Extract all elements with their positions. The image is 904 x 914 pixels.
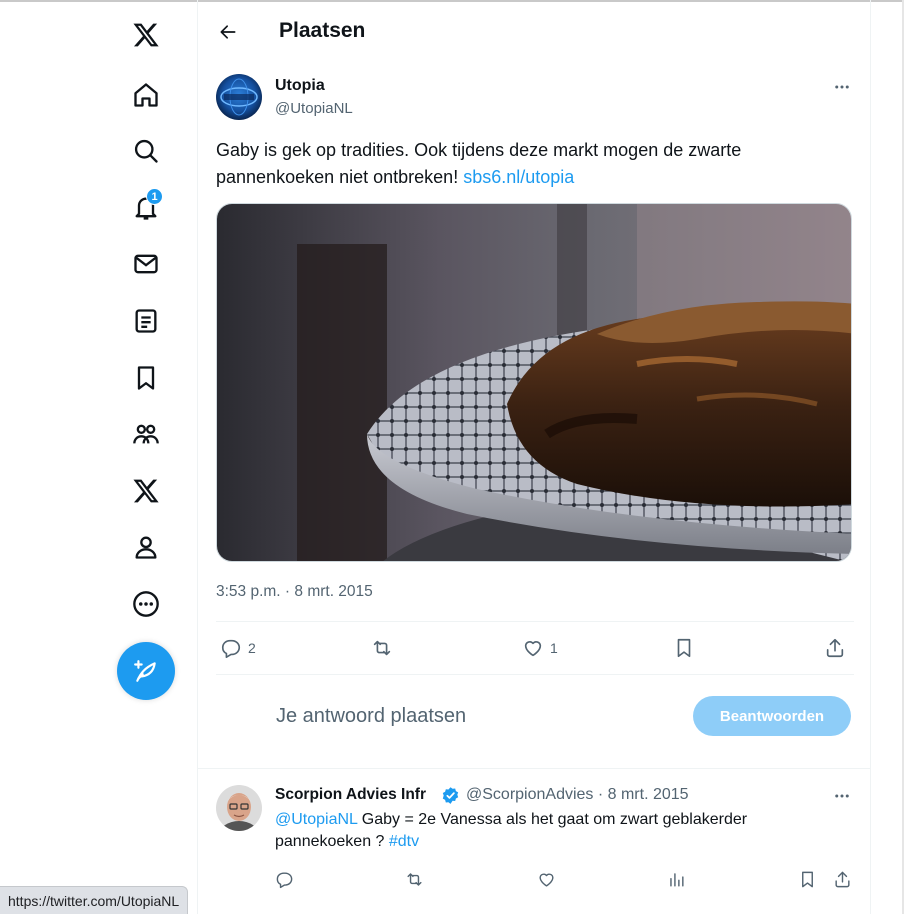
x-logo-icon[interactable]	[118, 7, 174, 63]
nav-more[interactable]	[118, 576, 174, 632]
nav-home[interactable]	[118, 67, 174, 123]
arrow-left-icon	[220, 25, 236, 39]
nav-lists[interactable]	[118, 293, 174, 349]
page-title: Plaatsen	[279, 19, 366, 42]
tweet-link[interactable]: sbs6.nl/utopia	[463, 167, 574, 187]
reply-input[interactable]	[276, 700, 656, 732]
tweet-media-image[interactable]	[216, 203, 852, 562]
reply-text: @UtopiaNL Gaby = 2e Vanessa als het gaat…	[275, 809, 835, 853]
mail-icon	[134, 254, 158, 274]
more-circle-icon	[133, 591, 159, 617]
repost-icon	[407, 872, 422, 886]
bookmark-icon	[677, 638, 691, 658]
like-action[interactable]: 1	[522, 634, 558, 662]
author-name[interactable]: Utopia	[275, 77, 325, 95]
heart-icon	[539, 873, 554, 887]
repost-action[interactable]	[371, 634, 393, 662]
list-icon	[135, 309, 157, 333]
bookmark-icon	[137, 366, 155, 390]
notification-badge: 1	[146, 188, 163, 205]
reply-bookmark-action[interactable]	[798, 868, 817, 890]
nav-communities[interactable]	[118, 406, 174, 462]
browser-status-bar: https://twitter.com/UtopiaNL	[0, 886, 189, 914]
profile-icon	[135, 536, 157, 559]
repost-icon	[373, 640, 391, 656]
section-divider	[198, 768, 871, 769]
reply-like-action[interactable]	[537, 868, 556, 890]
reply-hashtag-link[interactable]: #dtv	[389, 833, 419, 850]
analytics-icon	[670, 872, 684, 887]
author-handle[interactable]: @UtopiaNL	[275, 100, 353, 117]
reply-repost-action[interactable]	[405, 868, 424, 890]
feather-plus-icon	[134, 660, 156, 682]
nav-premium[interactable]	[118, 463, 174, 519]
communities-icon	[133, 424, 159, 444]
bookmark-icon	[802, 871, 813, 887]
nav-messages[interactable]	[118, 236, 174, 292]
reply-icon	[276, 871, 293, 888]
reply-icon	[221, 639, 241, 658]
page-header: Plaatsen	[198, 0, 871, 64]
nav-bookmarks[interactable]	[118, 350, 174, 406]
nav-notifications[interactable]: 1	[118, 180, 174, 236]
reply-submit-button[interactable]: Beantwoorden	[693, 696, 851, 736]
divider	[216, 621, 854, 622]
reply-reply-action[interactable]	[275, 868, 294, 890]
nav-search[interactable]	[118, 123, 174, 179]
search-icon	[134, 139, 158, 163]
nav-profile[interactable]	[118, 519, 174, 575]
reply-mention-link[interactable]: @UtopiaNL	[275, 811, 357, 828]
main-column: Plaatsen Utopia @UtopiaNL Gaby is gek op…	[197, 0, 871, 914]
more-horizontal-icon	[835, 85, 849, 89]
more-horizontal-icon	[835, 794, 849, 798]
reply-more-button[interactable]	[830, 784, 854, 808]
tweet-text: Gaby is gek op tradities. Ook tijdens de…	[216, 137, 836, 191]
share-icon	[835, 871, 850, 887]
reply-meta[interactable]: @ScorpionAdvies · 8 mrt. 2015	[466, 786, 689, 804]
reply-count: 2	[248, 640, 256, 656]
reply-views-action[interactable]	[667, 868, 686, 890]
reply-share-action[interactable]	[833, 868, 852, 890]
home-icon	[134, 83, 158, 107]
tweet-more-button[interactable]	[830, 75, 854, 99]
compose-button[interactable]	[117, 642, 175, 700]
reply-avatar-placeholder	[216, 694, 260, 738]
divider	[216, 674, 854, 675]
sidebar: 1	[0, 0, 197, 914]
verified-badge-icon	[442, 787, 459, 804]
reply-action[interactable]: 2	[220, 634, 256, 662]
reply-author-name[interactable]: Scorpion Advies Infr	[275, 786, 426, 804]
bookmark-action[interactable]	[673, 634, 695, 662]
premium-x-icon	[133, 479, 159, 503]
author-avatar[interactable]	[216, 74, 262, 120]
share-action[interactable]	[824, 634, 846, 662]
tweet-timestamp[interactable]: 3:53 p.m. · 8 mrt. 2015	[216, 583, 373, 601]
heart-icon	[524, 641, 542, 657]
back-button[interactable]	[210, 14, 246, 50]
like-count: 1	[550, 640, 558, 656]
share-icon	[826, 638, 844, 658]
reply-author-avatar[interactable]	[216, 785, 262, 831]
